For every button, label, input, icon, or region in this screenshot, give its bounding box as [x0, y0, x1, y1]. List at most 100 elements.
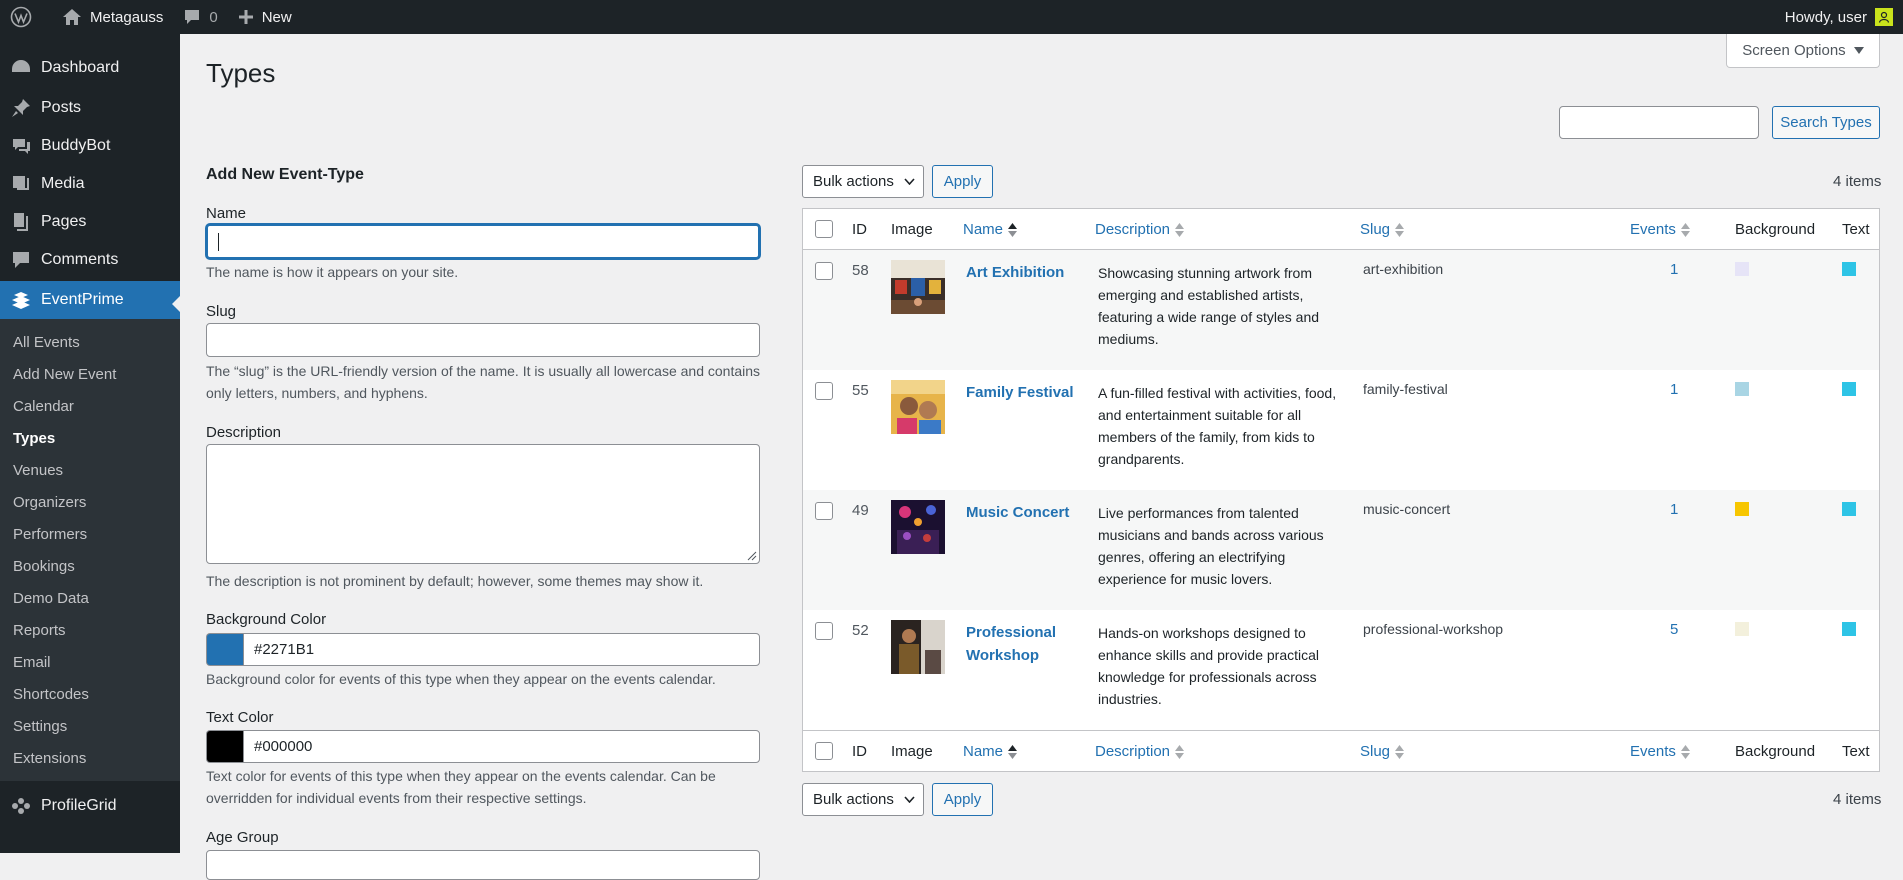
type-thumbnail[interactable]	[891, 620, 945, 674]
row-slug: family-festival	[1363, 381, 1448, 397]
professional-workshop-image	[891, 620, 945, 674]
family-festival-image	[891, 380, 945, 434]
column-events[interactable]: Events	[1630, 221, 1690, 238]
row-text-swatch	[1842, 622, 1856, 636]
column-description-label: Description	[1095, 743, 1171, 760]
submenu-add-new-event[interactable]: Add New Event	[0, 359, 180, 391]
wordpress-logo-icon	[10, 6, 32, 28]
select-all-checkbox-bottom[interactable]	[815, 742, 833, 760]
sort-icon	[1680, 744, 1690, 759]
submenu-types[interactable]: Types	[0, 423, 180, 455]
row-events-link[interactable]: 1	[1670, 261, 1678, 278]
comments-count: 0	[209, 8, 218, 26]
bulk-actions-select-top[interactable]: Bulk actions	[802, 165, 924, 198]
row-checkbox[interactable]	[815, 262, 833, 280]
new-content-menu[interactable]: New	[228, 0, 302, 34]
table-row: 58 Art Exhibition Showcasing stunning ar…	[803, 250, 1879, 370]
submenu-bookings[interactable]: Bookings	[0, 551, 180, 583]
description-label: Description	[206, 424, 282, 441]
sidebar-item-buddybot[interactable]: BuddyBot	[0, 127, 180, 165]
column-slug-label: Slug	[1360, 743, 1391, 760]
sidebar-item-label: Pages	[41, 213, 87, 230]
submenu-email[interactable]: Email	[0, 647, 180, 679]
background-color-picker[interactable]: #2271B1	[206, 633, 760, 666]
sidebar-item-comments[interactable]: Comments	[0, 241, 180, 279]
background-color-swatch[interactable]	[206, 633, 243, 666]
comment-icon	[13, 252, 29, 268]
row-slug: professional-workshop	[1363, 621, 1504, 637]
apply-button-top[interactable]: Apply	[932, 165, 993, 198]
table-row: 55 Family Festival A fun-filled festival…	[803, 370, 1879, 490]
admin-bar: Metagauss 0 New Howdy, user	[0, 0, 1903, 34]
submenu-shortcodes[interactable]: Shortcodes	[0, 679, 180, 711]
sidebar-item-eventprime[interactable]: EventPrime	[0, 281, 180, 319]
submenu-organizers[interactable]: Organizers	[0, 487, 180, 519]
text-color-input[interactable]: #000000	[243, 730, 760, 763]
submenu-venues[interactable]: Venues	[0, 455, 180, 487]
comments-menu[interactable]: 0	[173, 0, 227, 34]
slug-input[interactable]	[206, 323, 760, 357]
column-name[interactable]: Name	[963, 221, 1018, 238]
submenu-performers[interactable]: Performers	[0, 519, 180, 551]
type-thumbnail[interactable]	[891, 380, 945, 434]
row-name-link[interactable]: Professional Workshop	[966, 621, 1086, 667]
search-input[interactable]	[1559, 106, 1759, 139]
submenu-calendar[interactable]: Calendar	[0, 391, 180, 423]
text-color-help: Text color for events of this type when …	[206, 768, 716, 806]
submenu-demo-data[interactable]: Demo Data	[0, 583, 180, 615]
type-thumbnail[interactable]	[891, 500, 945, 554]
sidebar-item-pages[interactable]: Pages	[0, 203, 180, 241]
my-account-menu[interactable]: Howdy, user	[1785, 8, 1903, 26]
column-events[interactable]: Events	[1630, 743, 1690, 760]
table-row: 49 Music Concert Live performances from …	[803, 490, 1879, 610]
row-checkbox[interactable]	[815, 622, 833, 640]
sidebar-item-profilegrid[interactable]: ProfileGrid	[0, 787, 180, 825]
bulk-actions-label: Bulk actions	[813, 173, 894, 190]
sidebar-item-media[interactable]: Media	[0, 165, 180, 203]
row-events-link[interactable]: 1	[1670, 501, 1678, 518]
submenu-extensions[interactable]: Extensions	[0, 743, 180, 775]
row-checkbox[interactable]	[815, 382, 833, 400]
site-name-menu[interactable]: Metagauss	[52, 0, 173, 34]
screen-options-label: Screen Options	[1742, 42, 1846, 59]
column-events-label: Events	[1630, 221, 1676, 238]
row-name-link[interactable]: Art Exhibition	[966, 261, 1086, 284]
sidebar-item-dashboard[interactable]: Dashboard	[0, 49, 180, 87]
column-id: ID	[852, 743, 867, 760]
table-header: ID Image Name Description Slug Events Ba…	[803, 209, 1879, 250]
submenu-settings[interactable]: Settings	[0, 711, 180, 743]
column-description[interactable]: Description	[1095, 743, 1185, 760]
column-name[interactable]: Name	[963, 743, 1018, 760]
row-checkbox[interactable]	[815, 502, 833, 520]
screen-options-button[interactable]: Screen Options	[1726, 34, 1880, 68]
sidebar-item-posts[interactable]: Posts	[0, 89, 180, 127]
type-thumbnail[interactable]	[891, 260, 945, 314]
form-heading: Add New Event-Type	[206, 166, 364, 183]
name-input[interactable]	[206, 224, 760, 259]
description-textarea[interactable]	[206, 444, 760, 564]
submenu-reports[interactable]: Reports	[0, 615, 180, 647]
search-types-button[interactable]: Search Types	[1772, 106, 1880, 139]
row-name-link[interactable]: Music Concert	[966, 501, 1086, 524]
column-text: Text	[1842, 221, 1870, 238]
profilegrid-icon	[12, 798, 30, 814]
select-all-checkbox[interactable]	[815, 220, 833, 238]
apply-button-bottom[interactable]: Apply	[932, 783, 993, 816]
row-name-link[interactable]: Family Festival	[966, 381, 1086, 404]
row-events-link[interactable]: 1	[1670, 381, 1678, 398]
bulk-actions-select-bottom[interactable]: Bulk actions	[802, 783, 924, 816]
text-color-picker[interactable]: #000000	[206, 730, 760, 763]
row-background-swatch	[1735, 262, 1749, 276]
sidebar-item-label: BuddyBot	[41, 137, 111, 154]
column-text: Text	[1842, 743, 1870, 760]
column-slug[interactable]: Slug	[1360, 743, 1405, 760]
background-color-input[interactable]: #2271B1	[243, 633, 760, 666]
text-color-swatch[interactable]	[206, 730, 243, 763]
age-group-select[interactable]	[206, 850, 760, 880]
column-slug[interactable]: Slug	[1360, 221, 1405, 238]
submenu-all-events[interactable]: All Events	[0, 327, 180, 359]
wordpress-logo-menu[interactable]	[0, 0, 52, 34]
row-events-link[interactable]: 5	[1670, 621, 1678, 638]
column-description[interactable]: Description	[1095, 221, 1185, 238]
sort-asc-icon	[1008, 222, 1018, 237]
